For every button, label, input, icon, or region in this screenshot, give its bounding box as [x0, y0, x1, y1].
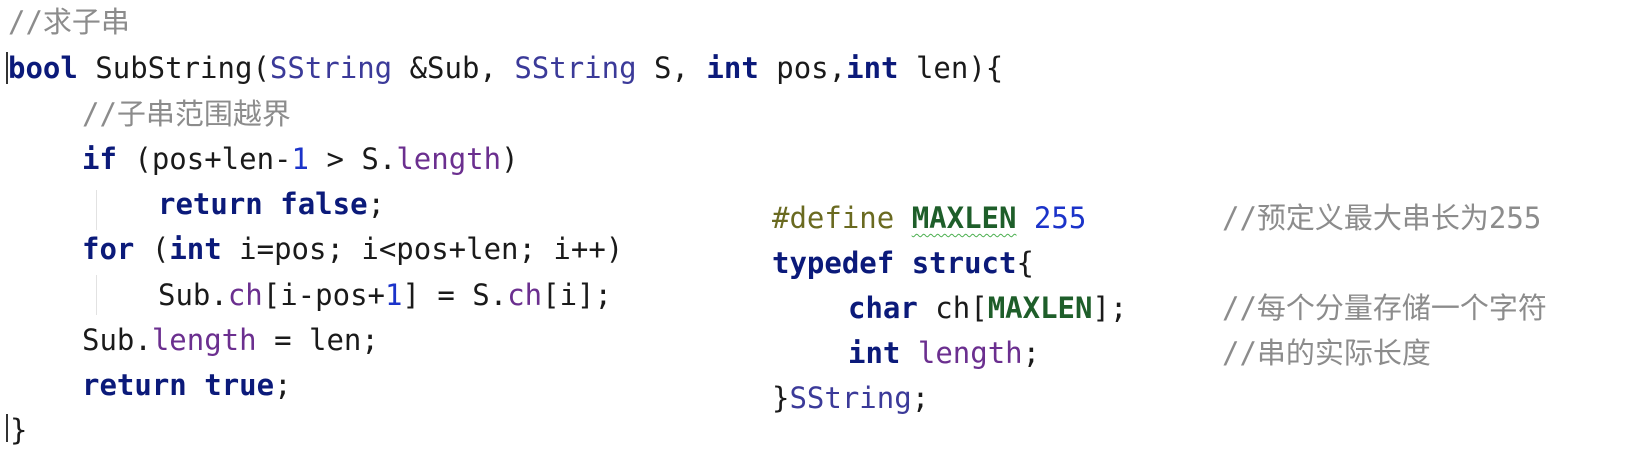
type-name: SString — [269, 51, 393, 85]
code-editor[interactable]: //求子串 bool SubString(SString &Sub, SStri… — [0, 0, 1634, 470]
code-line-1: //求子串 — [8, 2, 130, 42]
field: length — [917, 336, 1023, 370]
code-text: } — [772, 381, 790, 415]
struct-line-5: }SString; — [772, 378, 929, 418]
struct-line-4: int length; — [848, 333, 1040, 373]
text-caret — [6, 414, 8, 442]
code-line-10: } — [10, 410, 27, 450]
struct-line-2: typedef struct{ — [772, 243, 1034, 283]
code-text: { — [1016, 246, 1034, 280]
keyword: for — [82, 232, 135, 266]
comment: //子串范围越界 — [82, 97, 291, 131]
code-text: ; — [367, 187, 386, 221]
struct-comment-3: //每个分量存储一个字符 — [1222, 288, 1547, 328]
indent-guide — [96, 190, 97, 230]
keyword: char — [848, 291, 918, 325]
code-text: i=pos; i<pos+len; i++) — [221, 232, 624, 266]
comment: //求子串 — [8, 5, 130, 39]
macro-name: MAXLEN — [987, 291, 1093, 325]
macro-name: MAXLEN — [911, 201, 1017, 235]
code-line-9: return true; — [82, 365, 292, 405]
keyword: return — [82, 368, 187, 402]
code-text: ; — [1022, 336, 1041, 370]
code-text: [i-pos+ — [262, 278, 385, 312]
preprocessor: #define — [772, 201, 895, 235]
field: ch — [507, 278, 543, 312]
field: ch — [227, 278, 263, 312]
keyword: return — [158, 187, 263, 221]
code-text: [i]; — [542, 278, 612, 312]
code-text: ] = S. — [402, 278, 508, 312]
field: length — [396, 142, 502, 176]
code-text: > S. — [309, 142, 397, 176]
keyword: struct — [911, 246, 1017, 280]
number: 1 — [291, 142, 309, 176]
code-line-7: Sub.ch[i-pos+1] = S.ch[i]; — [158, 275, 612, 315]
struct-comment-1: //预定义最大串长为255 — [1222, 198, 1541, 238]
code-line-6: for (int i=pos; i<pos+len; i++) — [82, 229, 623, 269]
type-name: SString — [789, 381, 912, 415]
param: pos, — [758, 51, 847, 85]
comment: //预定义最大串长为255 — [1222, 201, 1542, 235]
code-line-5: return false; — [158, 184, 385, 224]
code-text: Sub. — [158, 278, 228, 312]
keyword: typedef — [772, 246, 895, 280]
code-text: ch[ — [917, 291, 988, 325]
field: length — [151, 323, 257, 357]
keyword: int — [848, 336, 901, 370]
code-text: ) — [501, 142, 519, 176]
keyword: if — [82, 142, 117, 176]
keyword: int — [169, 232, 222, 266]
struct-line-3: char ch[MAXLEN]; — [848, 288, 1127, 328]
struct-comment-4: //串的实际长度 — [1222, 333, 1431, 373]
code-text: ]; — [1092, 291, 1128, 325]
param: len){ — [898, 51, 1004, 85]
number: 255 — [1033, 201, 1087, 235]
code-text: ( — [134, 232, 170, 266]
comment: //每个分量存储一个字符 — [1222, 291, 1547, 325]
code-text: Sub. — [82, 323, 152, 357]
code-line-3: //子串范围越界 — [82, 94, 291, 134]
code-line-2: bool SubString(SString &Sub, SString S, … — [8, 48, 1003, 88]
code-line-8: Sub.length = len; — [82, 320, 379, 360]
keyword: int — [706, 51, 759, 85]
code-line-4: if (pos+len-1 > S.length) — [82, 139, 519, 179]
keyword: false — [280, 187, 368, 221]
code-text: ; — [274, 368, 292, 402]
param: &Sub, — [392, 51, 515, 85]
code-text: ; — [911, 381, 930, 415]
param: S, — [636, 51, 707, 85]
keyword: true — [204, 368, 275, 402]
keyword: int — [846, 51, 899, 85]
comment: //串的实际长度 — [1222, 336, 1431, 370]
number: 1 — [384, 278, 403, 312]
indent-guide — [96, 275, 97, 315]
type-name: SString — [514, 51, 637, 85]
keyword: bool — [8, 51, 78, 85]
struct-line-1: #define MAXLEN 255 — [772, 198, 1086, 238]
closing-brace: } — [10, 413, 28, 447]
function-name: SubString( — [77, 51, 270, 85]
code-text: (pos+len- — [116, 142, 292, 176]
code-text: = len; — [256, 323, 379, 357]
